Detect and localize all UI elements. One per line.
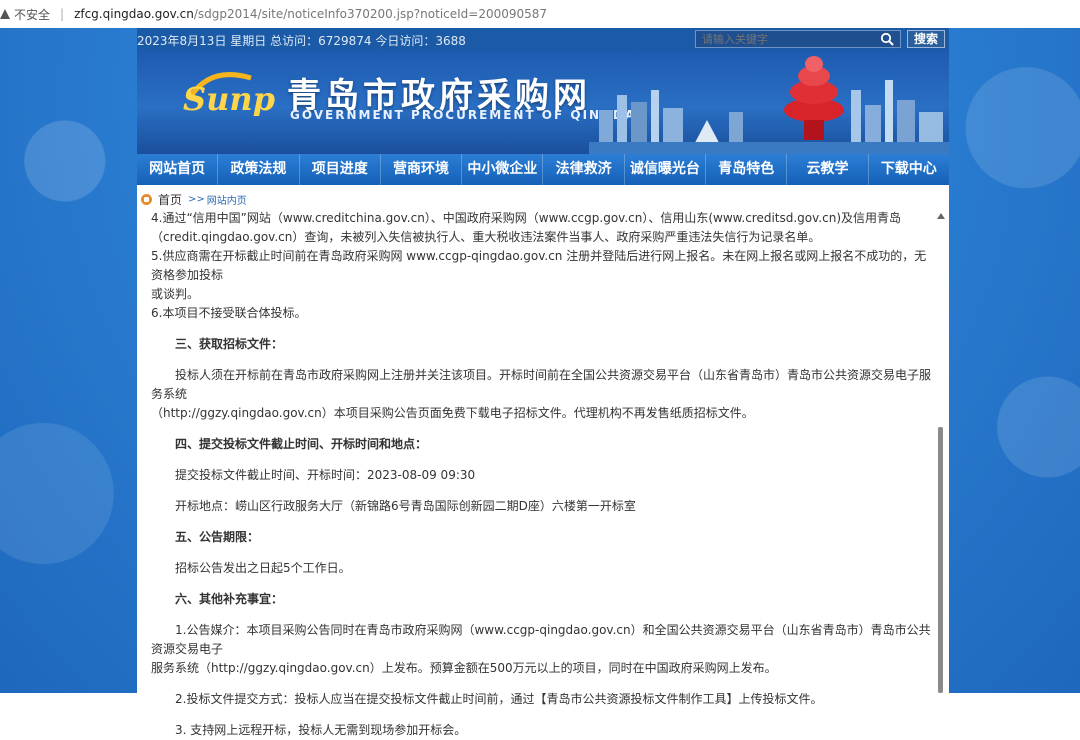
breadcrumb: 首页 >> 网站内页 <box>141 191 247 208</box>
content-panel: 首页 >> 网站内页 4.通过“信用中国”网站（www.creditchina.… <box>137 185 949 737</box>
nav-item-qingdao[interactable]: 青岛特色 <box>706 154 788 185</box>
browser-address-bar[interactable]: 不安全 | zfcg.qingdao.gov.cn/sdgp2014/site/… <box>0 0 1080 29</box>
notice-body: 4.通过“信用中国”网站（www.creditchina.gov.cn）、中国政… <box>151 209 933 740</box>
paragraph: 招标公告发出之日起5个工作日。 <box>175 561 351 575</box>
breadcrumb-home[interactable]: 首页 <box>158 191 182 208</box>
paragraph: 服务系统（http://ggzy.qingdao.gov.cn）上发布。预算金额… <box>151 661 777 675</box>
text-line: （credit.qingdao.gov.cn）查询，未被列入失信被执行人、重大税… <box>151 230 821 244</box>
search-button[interactable]: 搜索 <box>907 30 945 48</box>
text-line: 6.本项目不接受联合体投标。 <box>151 306 307 320</box>
text-line: 5.供应商需在开标截止时间前在青岛政府采购网 www.ccgp-qingdao.… <box>151 249 927 282</box>
paragraph: 1.公告媒介：本项目采购公告同时在青岛市政府采购网（www.ccgp-qingd… <box>151 623 931 656</box>
url-host: zfcg.qingdao.gov.cn <box>74 7 194 21</box>
main-nav: 网站首页 政策法规 项目进度 营商环境 中小微企业 法律救济 诚信曝光台 青岛特… <box>137 154 949 185</box>
top-info-strip: 2023年8月13日 星期日 总访问：6729874 今日访问：3688 搜索 <box>137 28 949 50</box>
url-text[interactable]: zfcg.qingdao.gov.cn/sdgp2014/site/notice… <box>74 7 547 21</box>
section-heading: 五、公告期限： <box>175 530 260 544</box>
breadcrumb-current[interactable]: 网站内页 <box>207 192 247 207</box>
site-logo[interactable]: Sunp <box>181 66 281 120</box>
nav-item-teaching[interactable]: 云教学 <box>787 154 869 185</box>
logo-text: Sunp <box>183 80 275 116</box>
text-line: 或谈判。 <box>151 287 200 301</box>
nav-item-business[interactable]: 营商环境 <box>381 154 463 185</box>
nav-item-progress[interactable]: 项目进度 <box>300 154 381 185</box>
nav-item-download[interactable]: 下载中心 <box>869 154 949 185</box>
paragraph: 投标人须在开标前在青岛市政府采购网上注册并关注该项目。开标时间前在全国公共资源交… <box>151 368 932 401</box>
divider: | <box>60 7 65 21</box>
visit-stats: 2023年8月13日 星期日 总访问：6729874 今日访问：3688 <box>137 34 466 48</box>
site-banner: Sunp 青岛市政府采购网 GOVERNMENT PROCUREMENT OF … <box>137 50 949 154</box>
section-heading: 四、提交投标文件截止时间、开标时间和地点： <box>175 437 428 451</box>
text-line: 4.通过“信用中国”网站（www.creditchina.gov.cn）、中国政… <box>151 211 902 225</box>
search-input[interactable] <box>696 31 872 47</box>
paragraph: 3. 支持网上远程开标，投标人无需到现场参加开标会。 <box>175 723 467 737</box>
url-path: /sdgp2014/site/noticeInfo370200.jsp?noti… <box>193 7 548 21</box>
nav-item-legal[interactable]: 法律救济 <box>543 154 625 185</box>
section-heading: 三、获取招标文件： <box>175 337 284 351</box>
paragraph: 提交投标文件截止时间、开标时间：2023-08-09 09:30 <box>175 468 476 482</box>
nav-item-home[interactable]: 网站首页 <box>137 154 219 185</box>
paragraph: 开标地点：崂山区行政服务大厅（新锦路6号青岛国际创新园二期D座）六楼第一开标室 <box>175 499 636 513</box>
content-scrollbar[interactable] <box>936 209 945 693</box>
search-box[interactable] <box>695 30 901 48</box>
nav-item-credit[interactable]: 诚信曝光台 <box>625 154 707 185</box>
city-skyline-illustration <box>589 56 949 154</box>
home-icon <box>141 194 152 205</box>
paragraph: （http://ggzy.qingdao.gov.cn）本项目采购公告页面免费下… <box>151 406 754 420</box>
search-icon[interactable] <box>880 32 894 49</box>
nav-item-sme[interactable]: 中小微企业 <box>462 154 544 185</box>
warning-icon <box>0 9 10 19</box>
scrollbar-thumb[interactable] <box>938 427 943 693</box>
section-heading: 六、其他补充事宜： <box>175 592 284 606</box>
nav-item-policy[interactable]: 政策法规 <box>218 154 300 185</box>
security-label[interactable]: 不安全 <box>14 6 50 23</box>
scroll-up-arrow-icon[interactable] <box>937 213 945 219</box>
breadcrumb-separator: >> <box>188 194 205 205</box>
